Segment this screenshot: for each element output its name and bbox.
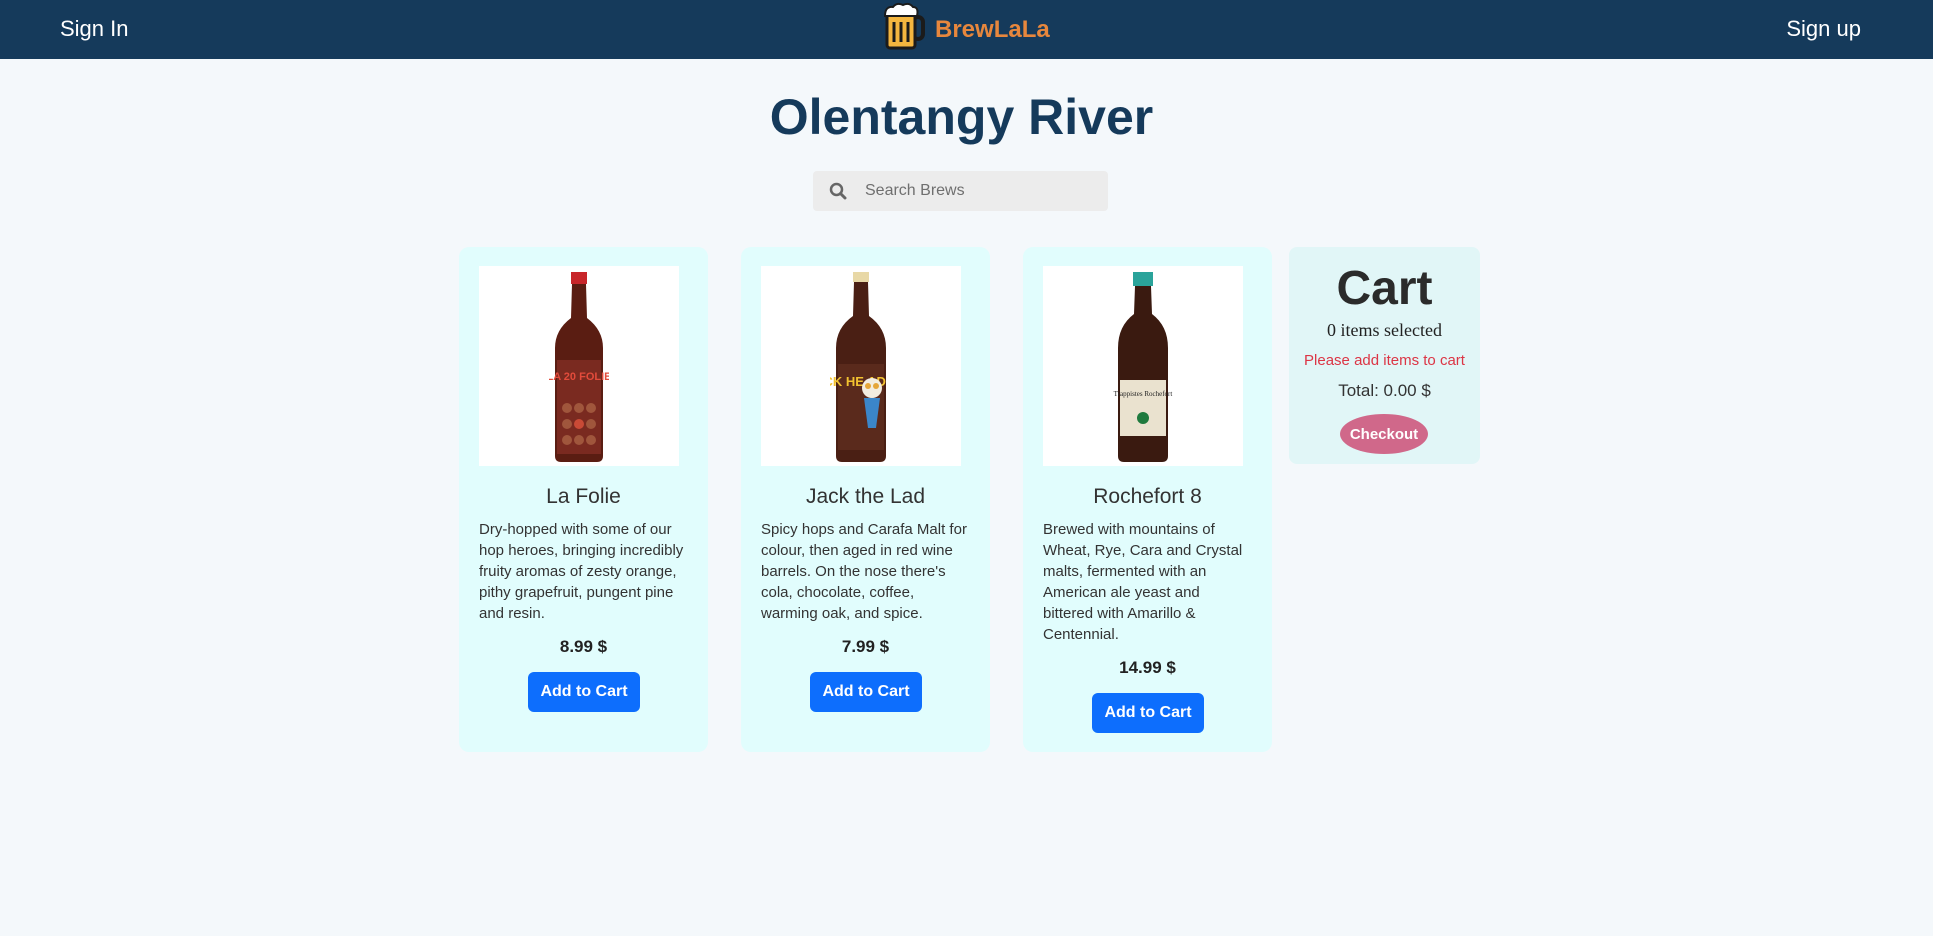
product-description: Dry-hopped with some of our hop heroes, … — [479, 521, 684, 622]
brand-name: BrewLaLa — [935, 15, 1050, 43]
product-image: ACK HE AD — [761, 266, 961, 466]
product-price: 7.99 $ — [841, 637, 890, 656]
product-card: ACK HE AD Jack the Lad Spicy hops and Ca… — [741, 247, 990, 752]
product-card: Trappistes Rochefort Rochefort 8 Brewed … — [1023, 247, 1272, 752]
product-name: Rochefort 8 — [1093, 485, 1202, 508]
sign-in-link[interactable]: Sign In — [60, 16, 129, 42]
product-description: Brewed with mountains of Wheat, Rye, Car… — [1043, 521, 1243, 643]
checkout-button[interactable]: Checkout — [1340, 414, 1428, 454]
product-name: Jack the Lad — [805, 485, 926, 508]
beer-mug-icon — [883, 2, 927, 57]
cart-panel: Cart 0 items selected Please add items t… — [1289, 247, 1480, 464]
product-name: La Folie — [546, 485, 621, 508]
cart-title: Cart — [1336, 262, 1433, 315]
product-price: 8.99 $ — [559, 637, 608, 656]
svg-text:LA 20 FOLIE: LA 20 FOLIE — [549, 371, 609, 383]
product-image: LA 20 FOLIE — [479, 266, 679, 466]
page-title: Olentangy River — [769, 89, 1154, 145]
search-bar[interactable] — [813, 171, 1108, 211]
product-image: Trappistes Rochefort — [1043, 266, 1243, 466]
cart-empty-warning: Please add items to cart — [1304, 352, 1465, 369]
beer-bottle-image: Trappistes Rochefort — [1114, 272, 1173, 462]
add-to-cart-button[interactable]: Add to Cart — [810, 672, 922, 712]
svg-text:Trappistes Rochefort: Trappistes Rochefort — [1114, 390, 1173, 398]
product-description: Spicy hops and Carafa Malt for colour, t… — [761, 521, 967, 622]
cart-total: Total: 0.00 $ — [1338, 381, 1431, 400]
product-price: 14.99 $ — [1119, 658, 1176, 677]
cart-item-count: 0 items selected — [1327, 320, 1442, 340]
search-input[interactable] — [863, 181, 1097, 201]
top-navbar: Sign In BrewLaLa Sign up — [0, 0, 1933, 59]
add-to-cart-button[interactable]: Add to Cart — [1092, 693, 1204, 733]
sign-up-link[interactable]: Sign up — [1786, 16, 1861, 42]
search-icon — [829, 182, 853, 200]
beer-bottle-image: ACK HE AD — [830, 272, 886, 462]
brand-logo[interactable]: BrewLaLa — [883, 2, 1050, 57]
add-to-cart-button[interactable]: Add to Cart — [528, 672, 640, 712]
product-card: LA 20 FOLIE La Folie Dry-hopped with som… — [459, 247, 708, 752]
beer-bottle-image: LA 20 FOLIE — [549, 272, 609, 462]
